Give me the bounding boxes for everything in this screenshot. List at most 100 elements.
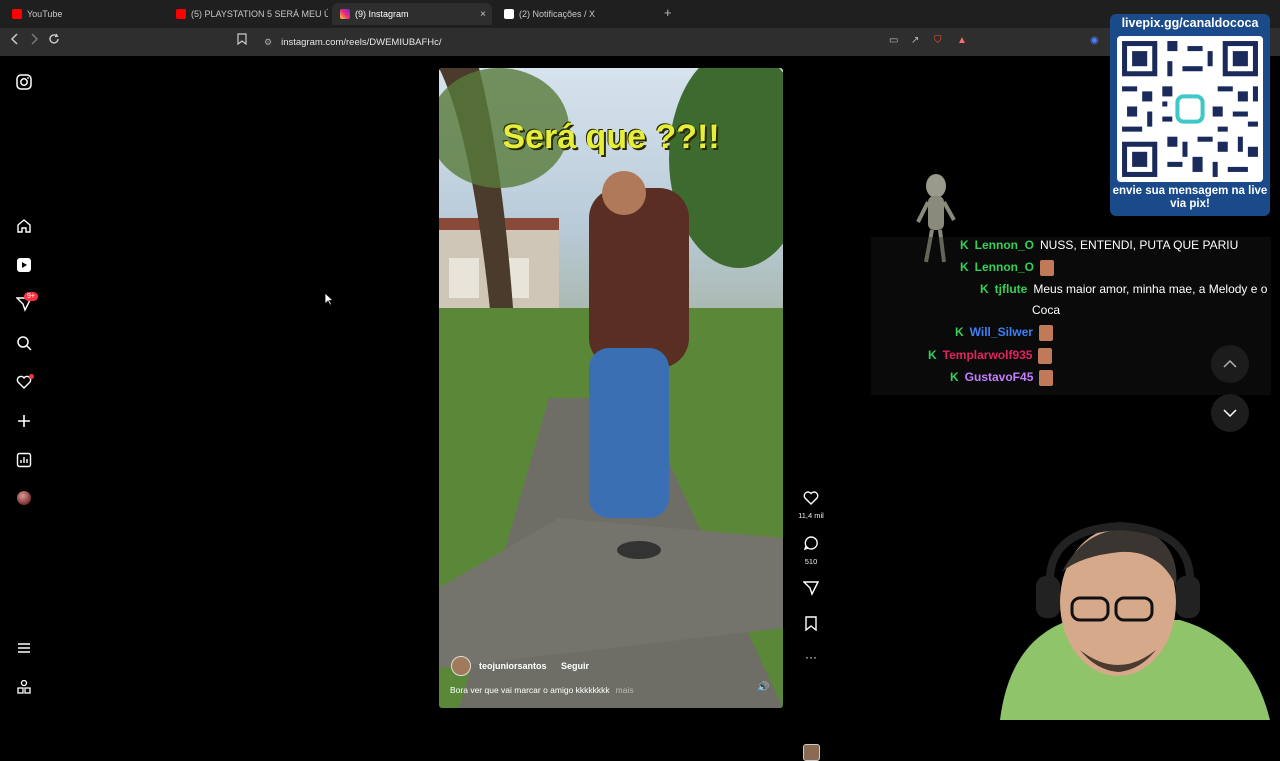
dashboard-icon[interactable]: [14, 450, 34, 470]
audio-thumbnail[interactable]: [803, 744, 820, 761]
share-icon[interactable]: ↗: [911, 35, 919, 46]
chat-badge: K: [960, 260, 969, 274]
bookmark-icon: [237, 33, 247, 46]
stream-chat-overlay: K Lennon_O NUSS, ENTENDI, PUTA QUE PARIU…: [871, 237, 1271, 395]
cast-icon[interactable]: ▭: [889, 35, 898, 46]
notification-badge: 9+: [24, 292, 38, 301]
chat-message: K GustavoF45: [950, 370, 1131, 386]
brave-shield-icon[interactable]: ⛉: [934, 35, 942, 46]
volume-icon[interactable]: 🔊: [757, 682, 769, 693]
instagram-icon: [340, 9, 350, 19]
activity-dot: [29, 374, 34, 379]
tab-title: YouTube: [27, 9, 63, 19]
chat-emote: [1038, 325, 1053, 341]
chat-emote: [1038, 348, 1053, 364]
chat-text: Coca: [1032, 303, 1061, 317]
reload-icon: [49, 33, 59, 44]
close-icon[interactable]: ×: [480, 9, 486, 20]
reel-video[interactable]: Será que ??!! teojuniorsantos Seguir Bor…: [439, 68, 783, 708]
url-text: instagram.com/reels/DWEMIUBAFHc/: [281, 36, 442, 48]
new-tab-button[interactable]: +: [664, 5, 672, 20]
comment-button[interactable]: 510: [796, 535, 826, 566]
back-button[interactable]: [6, 33, 24, 48]
chat-username: Will_Silwer: [969, 325, 1033, 339]
bookmark-icon: [805, 616, 817, 632]
reload-button[interactable]: [45, 33, 63, 48]
tab-title: (2) Notificações / X: [519, 9, 596, 19]
instagram-logo-icon[interactable]: [14, 72, 34, 92]
share-button[interactable]: [796, 580, 826, 601]
chat-username: tjflute: [994, 282, 1028, 296]
follow-button[interactable]: Seguir: [561, 661, 589, 671]
chat-badge: K: [960, 238, 969, 252]
tab-youtube[interactable]: YouTube: [4, 3, 164, 25]
youtube-icon: [12, 9, 22, 19]
reel-author-username[interactable]: teojuniorsantos: [479, 661, 547, 671]
heart-icon: [803, 491, 819, 505]
chat-message: K tjflute Meus maior amor, minha mae, a …: [980, 282, 1267, 296]
chat-username: Lennon_O: [974, 238, 1035, 252]
chat-text: NUSS, ENTENDI, PUTA QUE PARIU: [1040, 238, 1239, 252]
chat-badge: K: [955, 325, 964, 339]
chevron-down-icon: [1223, 409, 1237, 417]
browser-tab-bar: YouTube (5) PLAYSTATION 5 SERÁ MEU ÚLTIM…: [0, 0, 1280, 28]
chat-message-continuation: Coca: [1032, 303, 1131, 317]
more-apps-icon[interactable]: [14, 677, 34, 697]
chat-badge: K: [928, 348, 937, 362]
chat-text: Meus maior amor, minha mae, a Melody e o: [1033, 282, 1268, 296]
chat-username: Templarwolf935: [942, 348, 1033, 362]
send-icon: [802, 581, 820, 596]
bookmark-button[interactable]: [233, 33, 251, 48]
video-scene: [439, 68, 783, 708]
streamer-webcam: [1000, 521, 1270, 720]
instagram-sidebar: 9+: [0, 56, 48, 720]
reel-overlay-title: Será que ??!!: [502, 118, 720, 156]
profile-avatar[interactable]: [17, 491, 31, 505]
chat-username: Lennon_O: [974, 260, 1035, 274]
caption-text: Bora ver que vai marcar o amigo kkkkkkkk: [450, 685, 610, 695]
livepix-url: livepix.gg/canaldococa: [1121, 16, 1259, 30]
browser-toolbar: ⚙ instagram.com/reels/DWEMIUBAFHc/ ▭ ↗ ⛉…: [0, 28, 1280, 56]
chevron-left-icon: [10, 33, 18, 45]
save-button[interactable]: [796, 616, 826, 636]
home-icon[interactable]: [14, 216, 34, 236]
livepix-overlay: livepix.gg/canaldococa envie sua mensage…: [1110, 14, 1270, 216]
next-reel-button[interactable]: [1211, 394, 1249, 432]
forward-button[interactable]: [25, 33, 43, 48]
chevron-right-icon: [31, 33, 39, 45]
tab-title: (9) Instagram: [355, 9, 409, 19]
site-settings-icon[interactable]: ⚙: [264, 37, 272, 48]
rewards-icon[interactable]: ▲: [957, 35, 967, 46]
tab-x[interactable]: (2) Notificações / X: [496, 3, 656, 25]
address-bar[interactable]: ⚙ instagram.com/reels/DWEMIUBAFHc/: [258, 32, 978, 52]
reels-icon[interactable]: [14, 255, 34, 275]
caption-more-link[interactable]: mais: [616, 685, 634, 695]
tab-title: (5) PLAYSTATION 5 SERÁ MEU ÚLTIM: [191, 9, 328, 19]
chat-emote: [1039, 370, 1054, 386]
tab-youtube-video[interactable]: (5) PLAYSTATION 5 SERÁ MEU ÚLTIM: [168, 3, 328, 25]
like-count: 11,4 mil: [798, 511, 824, 520]
mouse-cursor-icon: [324, 292, 334, 306]
reel-author-avatar[interactable]: [451, 656, 471, 676]
create-icon[interactable]: [14, 411, 34, 431]
x-icon: [504, 9, 514, 19]
chat-username: GustavoF45: [964, 370, 1034, 384]
chat-message: K Templarwolf935: [928, 348, 1131, 364]
chat-emote: [1040, 260, 1055, 276]
comment-icon: [803, 536, 818, 551]
like-button[interactable]: 11,4 mil: [796, 490, 826, 520]
chat-message: K Lennon_O NUSS, ENTENDI, PUTA QUE PARIU: [960, 238, 1271, 252]
comment-count: 510: [804, 557, 818, 566]
chat-badge: K: [950, 370, 959, 384]
reel-caption: Bora ver que vai marcar o amigo kkkkkkkk…: [450, 685, 634, 695]
chat-badge: K: [980, 282, 989, 296]
chat-message: K Will_Silwer: [955, 325, 1131, 341]
tab-instagram[interactable]: (9) Instagram ×: [332, 3, 492, 25]
chat-message: K Lennon_O: [960, 260, 1131, 276]
search-icon[interactable]: [14, 333, 34, 353]
more-options-icon[interactable]: ···: [796, 650, 826, 664]
menu-icon[interactable]: [14, 638, 34, 658]
livepix-message: envie sua mensagem na live via pix!: [1112, 185, 1268, 210]
youtube-icon: [176, 9, 186, 19]
extension-icon[interactable]: ◉: [1090, 35, 1099, 46]
